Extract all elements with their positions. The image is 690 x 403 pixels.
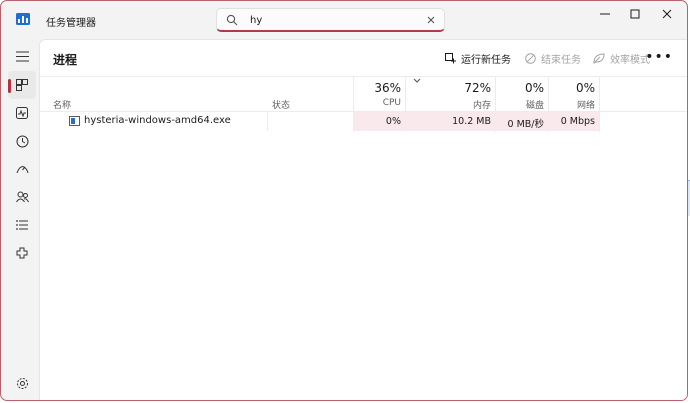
close-icon [662, 9, 672, 19]
process-name: hysteria-windows-amd64.exe [84, 115, 231, 126]
sidebar-item-performance[interactable] [8, 99, 36, 127]
network-percent[interactable]: 0% [548, 81, 595, 95]
disk-percent[interactable]: 0% [495, 81, 544, 95]
processes-icon [16, 79, 28, 91]
sidebar-item-startup[interactable] [8, 155, 36, 183]
cpu-percent[interactable]: 36% [353, 81, 401, 95]
users-icon [15, 191, 29, 203]
column-header-status[interactable]: 状态 [272, 98, 290, 111]
efficiency-mode-label: 效率模式 [610, 54, 650, 66]
sidebar [1, 39, 39, 400]
process-memory: 10.2 MB [452, 116, 491, 127]
memory-percent[interactable]: 72% [405, 81, 491, 95]
maximize-button[interactable] [618, 1, 652, 27]
minimize-icon [600, 13, 610, 15]
page-title: 进程 [53, 53, 78, 67]
column-header-network[interactable]: 网络 [548, 98, 595, 111]
sidebar-item-services[interactable] [8, 239, 36, 267]
process-window-icon [69, 116, 80, 126]
efficiency-mode-button[interactable]: 效率模式 [593, 49, 650, 67]
more-options-button[interactable]: ••• [645, 49, 673, 65]
end-task-button[interactable]: 结束任务 [525, 49, 581, 67]
column-separator [599, 76, 600, 132]
search-input[interactable] [250, 12, 420, 28]
main-content: 进程 运行新任务 结束任务 效率模式 ••• 名称 状态 36% CPU 72%… [39, 39, 687, 400]
search-icon [226, 14, 238, 26]
details-icon [16, 220, 28, 230]
close-button[interactable] [650, 1, 684, 27]
header-divider [40, 76, 687, 77]
run-new-task-button[interactable]: 运行新任务 [445, 49, 511, 67]
app-title: 任务管理器 [46, 18, 96, 29]
clear-search-icon[interactable] [425, 14, 437, 26]
hamburger-menu-button[interactable] [8, 42, 36, 70]
end-task-label: 结束任务 [541, 54, 581, 66]
task-manager-logo-icon [16, 13, 30, 25]
services-icon [16, 247, 28, 259]
column-header-cpu[interactable]: CPU [353, 98, 401, 108]
performance-icon [16, 107, 28, 119]
sidebar-item-users[interactable] [8, 183, 36, 211]
app-history-icon [16, 135, 28, 147]
minimize-button[interactable] [588, 1, 622, 27]
run-new-task-icon [445, 52, 456, 63]
process-network: 0 Mbps [560, 116, 595, 127]
run-new-task-label: 运行新任务 [461, 54, 511, 66]
table-row[interactable]: hysteria-windows-amd64.exe 0% 10.2 MB 0 … [40, 112, 599, 131]
efficiency-leaf-icon [593, 52, 605, 64]
column-header-name[interactable]: 名称 [53, 98, 71, 111]
startup-apps-icon [16, 165, 28, 173]
sidebar-item-processes[interactable] [8, 71, 36, 99]
maximize-icon [630, 9, 640, 19]
sidebar-item-app-history[interactable] [8, 127, 36, 155]
title-bar[interactable]: 任务管理器 [1, 1, 687, 39]
search-box[interactable] [216, 8, 445, 32]
column-separator [267, 112, 268, 131]
task-manager-window: 任务管理器 hy 进程 运行新任务 结束任务 效率模式 ••• 名称 状态 36… [0, 0, 688, 401]
column-header-disk[interactable]: 磁盘 [495, 98, 544, 111]
end-task-icon [525, 52, 536, 64]
settings-icon [16, 377, 28, 389]
hamburger-menu-icon [15, 50, 29, 62]
sidebar-item-settings[interactable] [8, 369, 36, 397]
sidebar-item-details[interactable] [8, 211, 36, 239]
process-disk: 0 MB/秒 [507, 119, 544, 130]
process-cpu: 0% [385, 116, 401, 127]
column-header-memory[interactable]: 内存 [405, 98, 491, 111]
